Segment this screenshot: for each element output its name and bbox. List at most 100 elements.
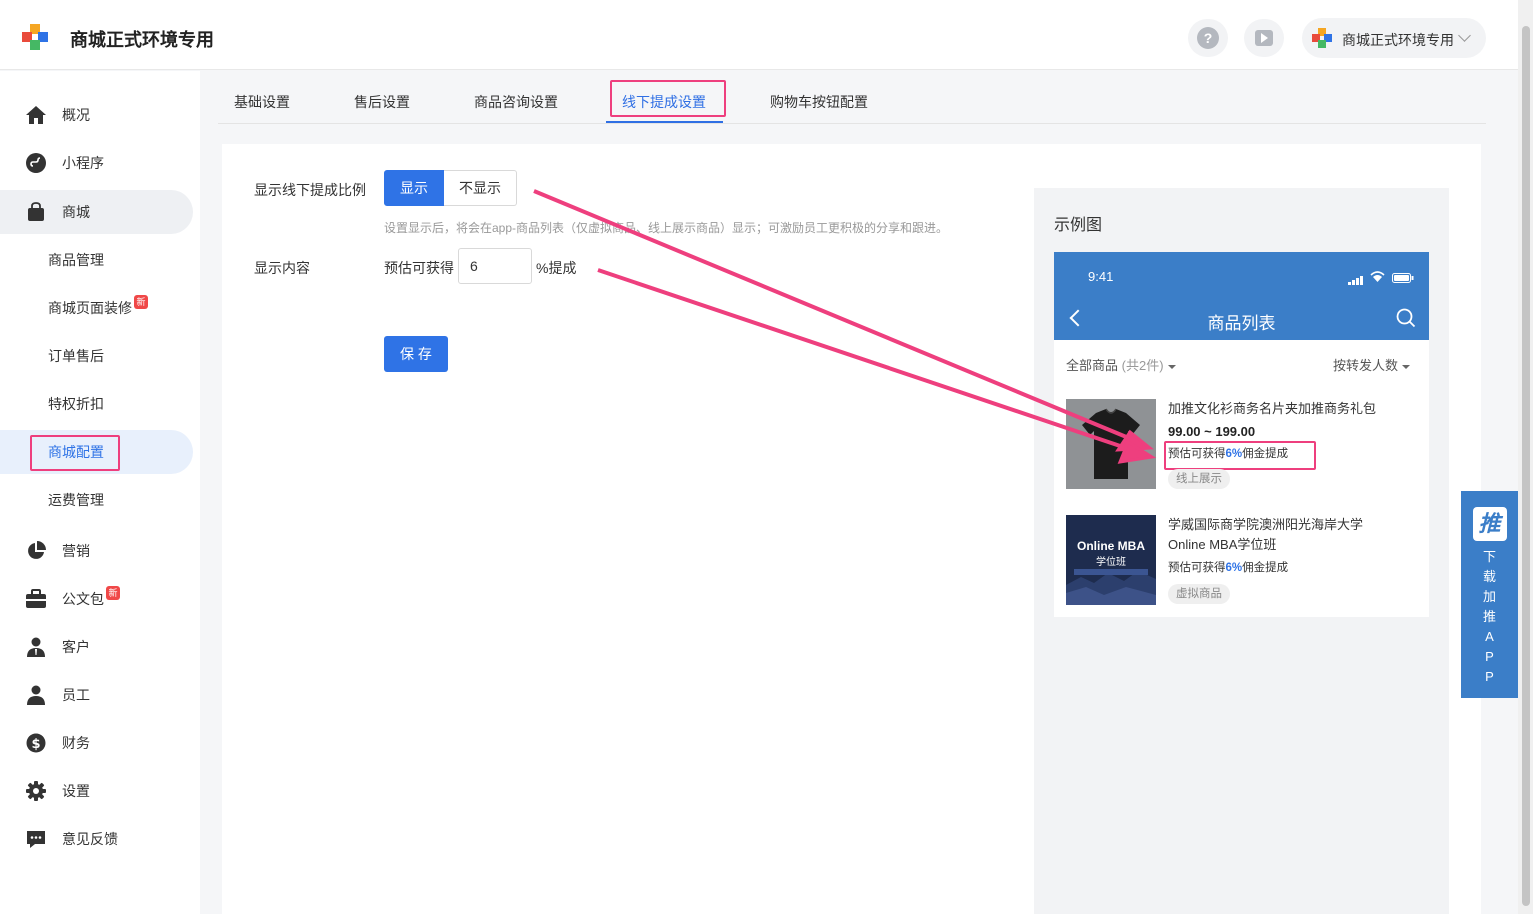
dollar-icon: $: [25, 732, 47, 754]
product-tag: 线上展示: [1168, 469, 1230, 489]
gear-icon: [25, 780, 47, 802]
product-name-line2: Online MBA学位班: [1168, 537, 1277, 552]
sort-label: 按转发人数: [1333, 358, 1399, 373]
tab-basic-settings[interactable]: 基础设置: [234, 92, 290, 112]
mini-program-icon: [25, 152, 47, 174]
show-ratio-label: 显示线下提成比例: [254, 182, 366, 198]
tab-product-inquiry[interactable]: 商品咨询设置: [474, 92, 558, 112]
scrollbar-thumb[interactable]: [1522, 26, 1530, 906]
sidebar-subitem-discounts[interactable]: 特权折扣: [0, 382, 193, 426]
sidebar-item-overview[interactable]: 概况: [0, 93, 193, 137]
home-icon: [25, 104, 47, 126]
sidebar-item-feedback[interactable]: 意见反馈: [0, 817, 193, 861]
sidebar-item-label: 公文包: [62, 591, 104, 607]
sidebar-item-label: 概况: [62, 107, 90, 123]
commission-percent-input[interactable]: [458, 248, 532, 284]
search-icon[interactable]: [1396, 308, 1416, 331]
page-scrollbar[interactable]: [1518, 0, 1533, 914]
shopping-bag-icon: [25, 201, 47, 223]
caret-down-icon: [1402, 364, 1411, 369]
video-tutorial-button[interactable]: [1244, 19, 1284, 57]
sidebar-subitem-label: 订单售后: [48, 348, 104, 364]
filter-count: (共2件): [1121, 358, 1164, 373]
annotation-highlight-box: [1164, 441, 1316, 470]
content-prefix: 预估可获得: [384, 260, 454, 276]
account-logo: [1312, 28, 1332, 48]
sidebar-item-mall[interactable]: 商城: [0, 190, 193, 234]
sidebar-item-label: 设置: [62, 783, 90, 799]
phone-page-title: 商品列表: [1207, 314, 1276, 333]
active-tab-indicator: [606, 121, 723, 123]
estimated-commission: 预估可获得6%佣金提成: [1168, 559, 1288, 575]
annotation-highlight-box: [30, 435, 120, 471]
sidebar-subitem-label: 商城页面装修: [48, 300, 132, 316]
download-text-char: 载: [1482, 569, 1496, 584]
battery-icon: [1392, 270, 1414, 286]
app-logo-icon: 推: [1472, 507, 1507, 541]
est-suffix: 佣金提成: [1242, 562, 1289, 574]
wifi-icon: [1370, 269, 1385, 285]
download-text-char: 加: [1482, 589, 1496, 604]
sidebar-item-label: 意见反馈: [62, 831, 118, 847]
thumb-text-line1: Online MBA: [1077, 539, 1145, 553]
est-value: 6%: [1225, 562, 1243, 574]
content-label: 显示内容: [254, 260, 310, 276]
sidebar-subitem-product-management[interactable]: 商品管理: [0, 238, 193, 282]
new-badge: 新: [106, 586, 120, 600]
sidebar-item-label-with-badge: 公文包新: [62, 586, 120, 609]
brand-logo: [22, 24, 48, 50]
sidebar-item-marketing[interactable]: 营销: [0, 529, 193, 573]
product-tag: 虚拟商品: [1168, 584, 1230, 604]
show-option-button[interactable]: 显示: [384, 170, 444, 206]
sidebar-item-label: 财务: [62, 735, 90, 751]
account-switcher[interactable]: 商城正式环境专用: [1302, 18, 1486, 58]
filter-all-label: 全部商品: [1066, 358, 1119, 373]
content-suffix: %提成: [536, 260, 577, 276]
sidebar-item-settings[interactable]: 设置: [0, 769, 193, 813]
sidebar-item-label: 商城: [62, 204, 90, 220]
sidebar-item-staff[interactable]: 员工: [0, 673, 193, 717]
tab-cart-button[interactable]: 购物车按钮配置: [770, 92, 868, 112]
app-title: 商城正式环境专用: [70, 30, 214, 50]
chevron-down-icon: [1458, 29, 1471, 42]
download-text-char: 下: [1482, 549, 1496, 564]
sidebar-subitem-label: 特权折扣: [48, 396, 104, 412]
annotation-highlight-box: [610, 80, 726, 117]
sidebar-subitem-orders[interactable]: 订单售后: [0, 334, 193, 378]
briefcase-icon: [25, 588, 47, 610]
sidebar-item-label: 客户: [62, 639, 90, 655]
sidebar-subitem-shipping[interactable]: 运费管理: [0, 478, 193, 522]
product-price: 99.00 ~ 199.00: [1168, 424, 1256, 439]
sidebar-item-label: 营销: [62, 543, 90, 559]
play-icon: [1255, 30, 1273, 46]
customer-icon: [25, 636, 47, 658]
product-name: 加推文化衫商务名片夹加推商务礼包: [1168, 401, 1377, 416]
download-text-char: 推: [1482, 609, 1496, 624]
show-ratio-toggle: 显示 不显示: [384, 170, 517, 206]
tab-after-sales[interactable]: 售后设置: [354, 92, 410, 112]
sidebar-item-label: 小程序: [62, 155, 104, 171]
product-name-line1: 学威国际商学院澳洲阳光海岸大学: [1168, 517, 1364, 532]
sort-by-shares[interactable]: 按转发人数: [1333, 355, 1411, 374]
help-button[interactable]: ?: [1188, 19, 1228, 57]
sidebar-subitem-label: 运费管理: [48, 492, 104, 508]
sidebar-item-customer[interactable]: 客户: [0, 625, 193, 669]
filter-all-products[interactable]: 全部商品 (共2件): [1066, 355, 1176, 374]
sidebar-item-finance[interactable]: $ 财务: [0, 721, 193, 765]
signal-icon: [1348, 272, 1364, 288]
settings-tabs: 基础设置 售后设置 商品咨询设置 线下提成设置 购物车按钮配置: [218, 78, 1486, 124]
sidebar-item-briefcase[interactable]: 公文包新: [0, 577, 193, 621]
status-time: 9:41: [1088, 269, 1114, 284]
download-text-char: A: [1485, 629, 1494, 644]
sidebar-subitem-page-decoration[interactable]: 商城页面装修新: [0, 286, 193, 330]
thumb-text-line2: 学位班: [1096, 557, 1126, 568]
ratio-hint-text: 设置显示后，将会在app-商品列表（仅虚拟商品、线上展示商品）显示；可激励员工更…: [384, 221, 949, 235]
save-button[interactable]: 保 存: [384, 336, 448, 372]
download-app-float-button[interactable]: 推 下 载 加 推 A P P: [1461, 491, 1518, 698]
hide-option-button[interactable]: 不显示: [444, 170, 517, 206]
sidebar-item-mini-program[interactable]: 小程序: [0, 141, 193, 185]
pie-chart-icon: [25, 540, 47, 562]
caret-down-icon: [1167, 364, 1176, 369]
sidebar-subitem-label-with-badge: 商城页面装修新: [48, 295, 148, 318]
product-thumbnail-mba: Online MBA 学位班: [1066, 515, 1156, 605]
